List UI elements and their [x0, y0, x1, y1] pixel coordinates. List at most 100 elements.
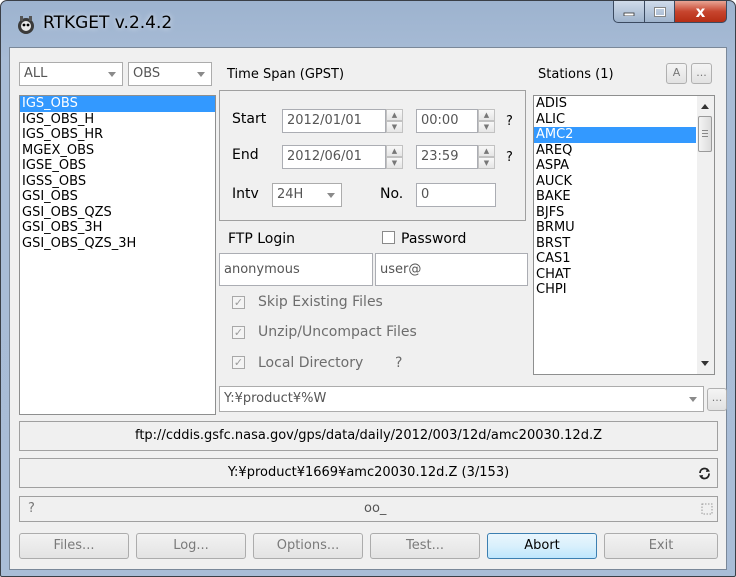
local-directory-select[interactable]: Y:¥product¥%W: [219, 386, 704, 412]
end-time-input[interactable]: 23:59: [416, 145, 478, 169]
stations-heading: Stations (1): [538, 67, 614, 82]
url-status-panel: ftp://cddis.gsfc.nasa.gov/gps/data/daily…: [19, 421, 718, 451]
station-item[interactable]: ADIS: [534, 96, 696, 112]
start-help-icon[interactable]: ?: [506, 114, 513, 129]
type-filter-select[interactable]: ALL: [19, 62, 123, 86]
local-directory-checkbox[interactable]: ✓: [232, 356, 245, 369]
spin-up-icon[interactable]: ▲: [386, 109, 403, 121]
spin-down-icon[interactable]: ▼: [386, 121, 403, 133]
log-button[interactable]: Log...: [136, 533, 246, 559]
end-date-spinner[interactable]: ▲ ▼: [386, 145, 403, 169]
end-help-icon[interactable]: ?: [506, 150, 513, 165]
category-filter-select[interactable]: OBS: [128, 62, 212, 86]
local-directory-label: Local Directory: [258, 355, 364, 371]
time-span-heading: Time Span (GPST): [227, 67, 345, 82]
spin-up-icon[interactable]: ▲: [478, 109, 495, 121]
data-type-item[interactable]: GSI_OBS_3H: [20, 220, 215, 236]
window-title: RTKGET v.2.4.2: [43, 13, 173, 33]
station-item[interactable]: AREQ: [534, 143, 696, 159]
data-type-list[interactable]: IGS_OBS IGS_OBS_H IGS_OBS_HR MGEX_OBS IGSE_O…: [19, 95, 216, 415]
ftp-password-input[interactable]: user@: [375, 253, 528, 286]
chevron-down-icon: [327, 193, 335, 198]
end-time-spinner[interactable]: ▲ ▼: [478, 145, 495, 169]
interval-select[interactable]: 24H: [272, 183, 342, 207]
stations-all-button[interactable]: A: [666, 63, 687, 84]
chevron-down-icon: [108, 72, 116, 77]
client-area: ALL OBS IGS_OBS IGS_OBS_H IGS_OBS_HR MGEX_O…: [9, 47, 727, 570]
skip-existing-checkbox[interactable]: ✓: [232, 296, 245, 309]
stations-more-button[interactable]: ...: [691, 63, 712, 84]
spin-down-icon[interactable]: ▼: [386, 157, 403, 169]
resize-grip-icon[interactable]: [701, 503, 713, 515]
local-directory-help-icon[interactable]: ?: [395, 355, 402, 371]
password-checkbox[interactable]: [382, 231, 395, 244]
skip-existing-label: Skip Existing Files: [258, 294, 383, 310]
station-item[interactable]: BRMU: [534, 220, 696, 236]
local-directory-browse-button[interactable]: ...: [707, 388, 727, 411]
minimize-button[interactable]: [613, 1, 645, 23]
test-button[interactable]: Test...: [370, 533, 480, 559]
message-status-panel: ? oo_: [19, 496, 718, 522]
end-date-input[interactable]: 2012/06/01: [282, 145, 386, 169]
station-item[interactable]: AUCK: [534, 174, 696, 190]
maximize-icon: [653, 6, 666, 17]
station-scrollbar[interactable]: [697, 96, 714, 374]
station-item[interactable]: ALIC: [534, 112, 696, 128]
station-item[interactable]: AMC2: [534, 127, 696, 143]
station-item[interactable]: CHAT: [534, 267, 696, 283]
refresh-icon: [699, 467, 710, 480]
data-type-item[interactable]: IGSS_OBS: [20, 174, 215, 190]
exit-button[interactable]: Exit: [604, 533, 718, 559]
rtkget-window: RTKGET v.2.4.2 x ALL OBS IGS_OBS IGS_OBS_…: [0, 0, 736, 577]
data-type-item[interactable]: IGSE_OBS: [20, 158, 215, 174]
scroll-thumb[interactable]: [698, 116, 712, 152]
scroll-up-icon[interactable]: [701, 104, 709, 109]
data-type-item[interactable]: IGS_OBS: [20, 96, 215, 112]
number-input[interactable]: 0: [416, 183, 496, 207]
station-item[interactable]: ASPA: [534, 158, 696, 174]
unzip-checkbox[interactable]: ✓: [232, 326, 245, 339]
start-time-input[interactable]: 00:00: [416, 109, 478, 133]
close-button[interactable]: x: [675, 1, 727, 23]
abort-button[interactable]: Abort: [487, 533, 597, 559]
title-bar[interactable]: RTKGET v.2.4.2 x: [1, 1, 735, 47]
maximize-button[interactable]: [645, 1, 675, 23]
station-item[interactable]: BRST: [534, 236, 696, 252]
category-filter-value: OBS: [133, 66, 161, 81]
data-type-item[interactable]: IGS_OBS_H: [20, 112, 215, 128]
station-item[interactable]: BAKE: [534, 189, 696, 205]
chevron-down-icon: [197, 72, 205, 77]
station-item[interactable]: BJFS: [534, 205, 696, 221]
scroll-down-icon[interactable]: [701, 361, 709, 366]
station-list[interactable]: ADIS ALIC AMC2 AREQ ASPA AUCK BAKE BJFS BRMU BRST…: [533, 95, 715, 375]
file-status-panel: Y:¥product¥1669¥amc20030.12d.Z (3/153): [19, 458, 718, 488]
number-label: No.: [380, 186, 404, 202]
password-label: Password: [401, 231, 467, 247]
start-time-spinner[interactable]: ▲ ▼: [478, 109, 495, 133]
app-icon: [18, 16, 34, 34]
start-date-spinner[interactable]: ▲ ▼: [386, 109, 403, 133]
status-message: oo_: [364, 501, 387, 516]
ftp-login-label: FTP Login: [228, 231, 296, 247]
data-type-item[interactable]: GSI_OBS_QZS_3H: [20, 236, 215, 252]
spin-down-icon[interactable]: ▼: [478, 157, 495, 169]
data-type-item[interactable]: GSI_OBS: [20, 189, 215, 205]
minimize-icon: [623, 12, 635, 16]
options-button[interactable]: Options...: [253, 533, 363, 559]
download-url: ftp://cddis.gsfc.nasa.gov/gps/data/daily…: [134, 428, 602, 443]
station-item[interactable]: CHPI: [534, 282, 696, 298]
files-button[interactable]: Files...: [19, 533, 129, 559]
start-date-input[interactable]: 2012/01/01: [282, 109, 386, 133]
ftp-user-input[interactable]: anonymous: [219, 253, 373, 286]
station-item[interactable]: CAS1: [534, 251, 696, 267]
close-icon: x: [695, 2, 706, 21]
spin-down-icon[interactable]: ▼: [478, 121, 495, 133]
spin-up-icon[interactable]: ▲: [386, 145, 403, 157]
data-type-item[interactable]: GSI_OBS_QZS: [20, 205, 215, 221]
local-file-progress: Y:¥product¥1669¥amc20030.12d.Z (3/153): [227, 465, 510, 480]
start-label: Start: [232, 111, 267, 127]
data-type-item[interactable]: IGS_OBS_HR: [20, 127, 215, 143]
chevron-down-icon: [689, 397, 697, 402]
spin-up-icon[interactable]: ▲: [478, 145, 495, 157]
data-type-item[interactable]: MGEX_OBS: [20, 143, 215, 159]
